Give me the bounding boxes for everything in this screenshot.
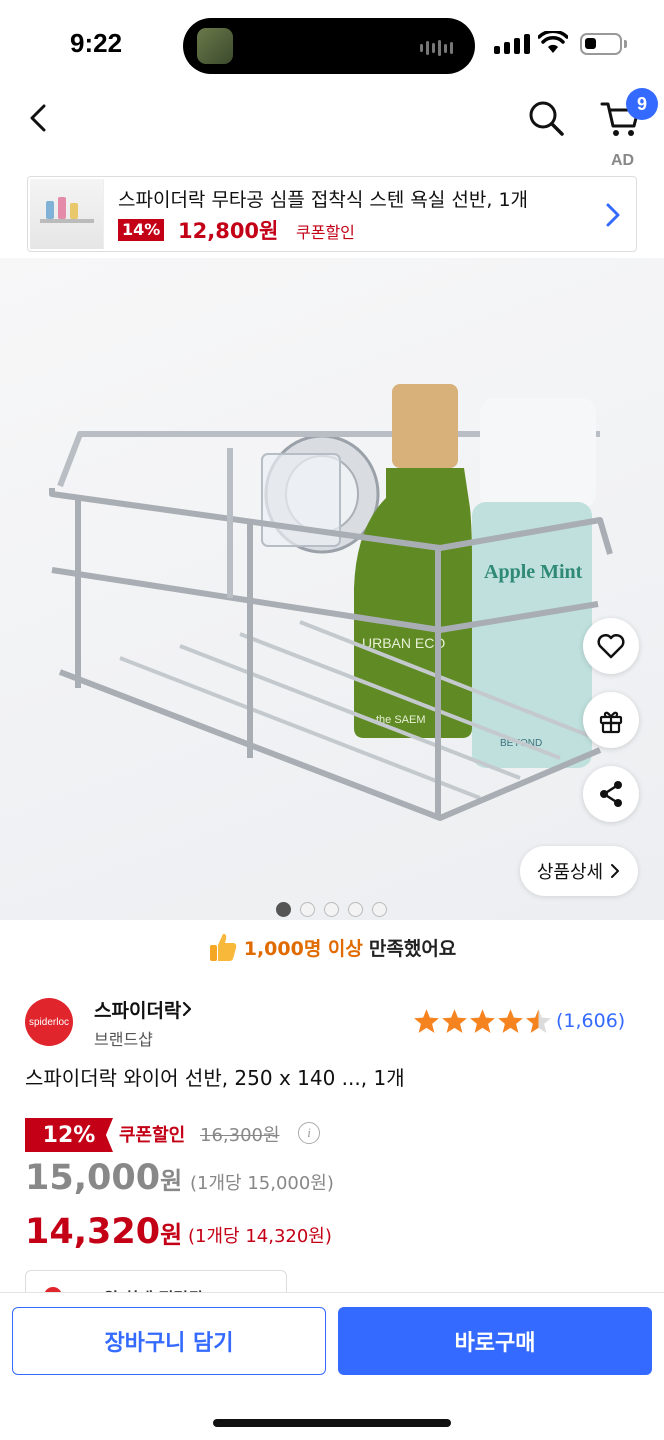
product-detail-button[interactable]: 상품상세 <box>520 846 638 896</box>
dynamic-island <box>183 18 475 74</box>
top-nav <box>0 90 664 160</box>
product-image-gallery[interactable]: URBAN ECO the SAEM Apple Mint BEYOND <box>0 258 664 920</box>
info-icon[interactable]: i <box>298 1122 320 1144</box>
brand-logo[interactable]: spiderloc <box>25 998 73 1046</box>
add-to-cart-button[interactable]: 장바구니 담기 <box>12 1307 326 1375</box>
pagination-dot[interactable] <box>276 902 291 917</box>
ad-discount-badge: 14% <box>118 219 165 241</box>
sale-price: 15,000원 <box>25 1158 182 1198</box>
satisfaction-highlight: 1,000명 이상 <box>243 937 363 960</box>
ad-price: 12,800원 <box>178 219 279 243</box>
cellular-signal-icon <box>494 34 530 54</box>
ad-product-thumbnail <box>30 179 104 249</box>
heart-icon <box>597 633 625 659</box>
pagination-dot[interactable] <box>300 902 315 917</box>
battery-icon <box>580 33 622 55</box>
audio-wave-icon <box>420 40 453 56</box>
chevron-right-icon <box>183 1001 192 1017</box>
wishlist-button[interactable] <box>583 618 639 674</box>
thumbs-up-icon <box>209 933 236 961</box>
share-icon <box>600 781 622 807</box>
search-button[interactable] <box>524 96 568 140</box>
discount-badge: 12% <box>25 1118 113 1152</box>
star-icon <box>469 1008 496 1038</box>
gallery-pagination[interactable] <box>276 902 387 917</box>
chevron-right-icon <box>606 203 620 227</box>
satisfaction-text: 만족했어요 <box>368 937 457 960</box>
brand-link[interactable]: 스파이더락 <box>94 996 193 1023</box>
gift-button[interactable] <box>583 692 639 748</box>
final-price: 14,320원 <box>25 1212 182 1252</box>
final-price-amount: 14,320 <box>25 1212 161 1252</box>
product-detail-label: 상품상세 <box>536 862 604 883</box>
bottom-action-bar: 장바구니 담기 바로구매 <box>0 1292 664 1440</box>
pagination-dot[interactable] <box>324 902 339 917</box>
product-title: 스파이더락 와이어 선반, 250 x 140 ..., 1개 <box>25 1066 405 1090</box>
buy-now-button[interactable]: 바로구매 <box>338 1307 652 1375</box>
star-icon <box>413 1008 440 1038</box>
final-unit-price: (1개당 14,320원) <box>188 1226 332 1247</box>
satisfaction-banner: 1,000명 이상 만족했어요 <box>0 926 664 968</box>
sale-price-amount: 15,000 <box>25 1158 161 1198</box>
brand-name: 스파이더락 <box>94 1000 182 1022</box>
status-bar: 9:22 <box>0 0 664 90</box>
blue-bottle-label: Apple Mint <box>484 561 583 583</box>
gift-icon <box>599 711 623 734</box>
star-icon <box>441 1008 468 1038</box>
green-bottle-label: URBAN ECO <box>362 635 445 651</box>
star-icon <box>497 1008 524 1038</box>
rating-stars[interactable] <box>413 1008 552 1038</box>
ad-product-title: 스파이더락 무타공 심플 접착식 스텐 욕실 선반, 1개 <box>118 189 529 211</box>
wire-shelf-illustration: URBAN ECO the SAEM Apple Mint BEYOND <box>49 384 613 821</box>
cart-count-badge: 9 <box>626 88 658 120</box>
sale-price-unit: 원 <box>160 1167 183 1195</box>
home-indicator <box>213 1419 451 1427</box>
chevron-right-icon <box>611 864 620 878</box>
pagination-dot[interactable] <box>372 902 387 917</box>
coupon-label: 쿠폰할인 <box>119 1125 186 1146</box>
final-price-unit: 원 <box>160 1221 183 1249</box>
ad-coupon-label: 쿠폰할인 <box>296 223 355 242</box>
original-price: 16,300원 <box>200 1125 280 1146</box>
share-button[interactable] <box>583 766 639 822</box>
back-button[interactable] <box>20 98 60 138</box>
brand-shop-label: 브랜드샵 <box>94 1030 153 1049</box>
status-time: 9:22 <box>70 28 123 58</box>
ad-label: AD <box>611 152 635 169</box>
review-count[interactable]: (1,606) <box>556 1010 625 1032</box>
ad-banner[interactable]: 스파이더락 무타공 심플 접착식 스텐 욕실 선반, 1개 14% 12,800… <box>27 176 637 252</box>
sale-unit-price: (1개당 15,000원) <box>190 1173 334 1194</box>
now-playing-thumbnail <box>197 28 233 64</box>
wifi-icon <box>538 31 568 53</box>
pagination-dot[interactable] <box>348 902 363 917</box>
star-icon <box>525 1008 552 1038</box>
